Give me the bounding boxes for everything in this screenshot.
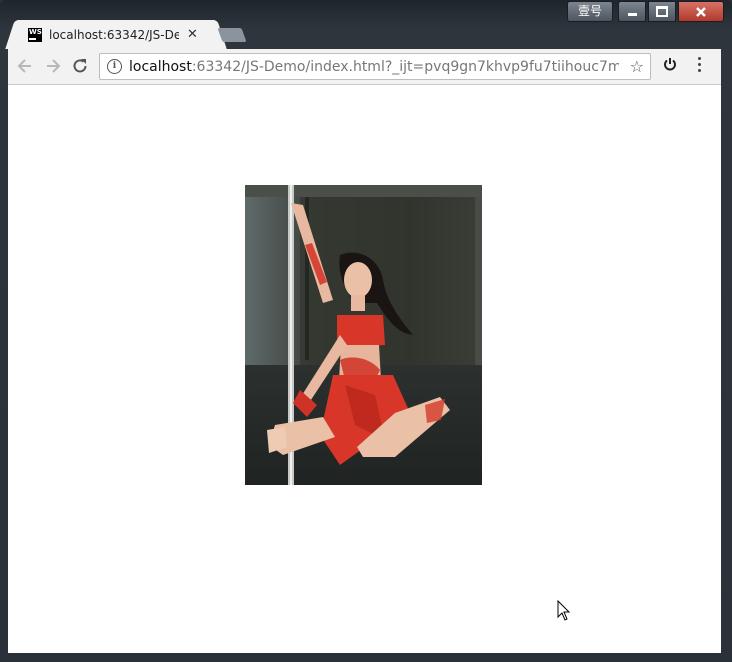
tab-title: localhost:63342/JS-Demo	[49, 27, 179, 42]
back-arrow-icon[interactable]	[15, 57, 35, 77]
close-icon	[696, 6, 706, 17]
forward-arrow-icon[interactable]	[43, 57, 63, 77]
bookmark-star-icon[interactable]: ☆	[630, 57, 644, 76]
close-window-button[interactable]	[678, 1, 724, 22]
mouse-cursor-icon	[557, 600, 571, 621]
kebab-menu-icon[interactable]	[698, 57, 702, 75]
profile-button[interactable]: 壹号	[567, 1, 613, 22]
page-viewport	[8, 85, 721, 653]
url-path: :63342/JS-Demo/index.html?_ijt=pvq9gn7kh…	[191, 58, 619, 75]
browser-window: 壹号 WS localhost:63342/JS-Demo ✕ i localh…	[0, 0, 732, 662]
tab-close-icon[interactable]: ✕	[187, 27, 198, 42]
reload-icon[interactable]	[70, 57, 90, 77]
address-bar[interactable]: i localhost:63342/JS-Demo/index.html?_ij…	[99, 53, 651, 80]
active-tab[interactable]: WS localhost:63342/JS-Demo ✕	[18, 20, 214, 49]
power-icon[interactable]	[663, 57, 677, 75]
browser-toolbar: i localhost:63342/JS-Demo/index.html?_ij…	[8, 49, 721, 85]
dancer-image	[245, 185, 482, 485]
site-info-icon[interactable]: i	[107, 59, 122, 74]
window-controls: 壹号	[567, 1, 724, 22]
dancer-photo	[245, 185, 482, 485]
url-text[interactable]: localhost:63342/JS-Demo/index.html?_ijt=…	[129, 59, 619, 75]
url-host: localhost	[129, 58, 192, 75]
minimize-button[interactable]	[618, 1, 646, 22]
webstorm-favicon-icon: WS	[28, 27, 42, 42]
maximize-button[interactable]	[648, 1, 676, 22]
new-tab-button[interactable]	[217, 28, 247, 42]
